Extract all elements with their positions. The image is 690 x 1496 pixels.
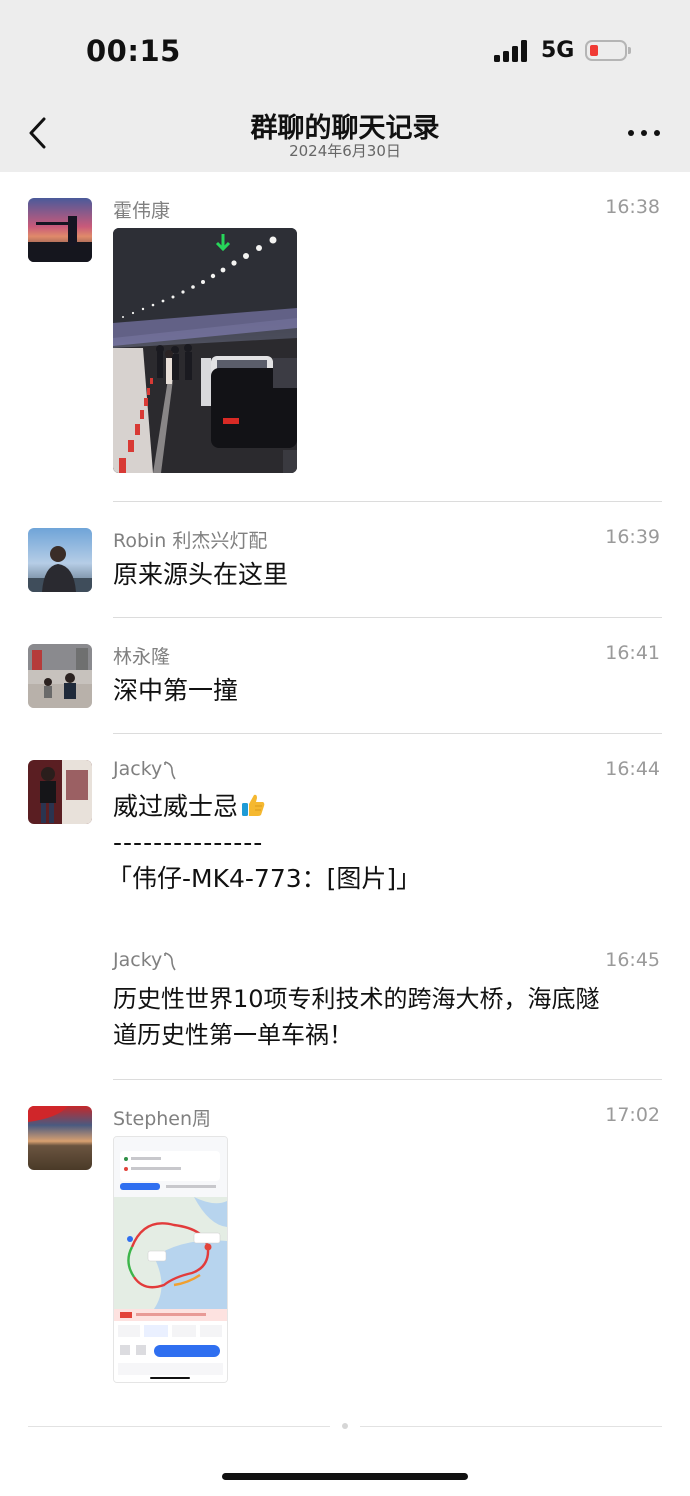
message-line: 历史性世界10项专利技术的跨海大桥，海底隧 — [113, 985, 600, 1013]
sender-name: 林永隆 — [113, 646, 171, 668]
network-type: 5G — [541, 38, 575, 63]
message-line: 威过威士忌 — [113, 789, 421, 825]
page-subtitle: 2024年6月30日 — [289, 142, 401, 160]
end-divider — [28, 1426, 330, 1427]
home-indicator[interactable] — [222, 1473, 468, 1480]
chat-message: 林永隆 16:41 深中第一撞 — [0, 618, 690, 734]
chat-message: Jacky 16:45 历史性世界10项专利技术的跨海大桥，海底隧 道历史性第一… — [0, 925, 690, 1080]
status-bar: 00:15 5G — [0, 0, 690, 100]
message-text: 历史性世界10项专利技术的跨海大桥，海底隧 道历史性第一单车祸！ — [113, 981, 663, 1053]
chat-message: 霍伟康 16:38 — [0, 172, 690, 502]
message-time: 16:39 — [605, 526, 660, 548]
end-divider — [360, 1426, 662, 1427]
end-dot — [342, 1423, 348, 1429]
avatar[interactable] — [28, 1106, 92, 1170]
message-text: 原来源头在这里 — [113, 560, 289, 589]
sender-name: Robin 利杰兴灯配 — [113, 530, 268, 552]
avatar[interactable] — [28, 644, 92, 708]
message-time: 17:02 — [605, 1104, 660, 1126]
message-line: 「伟仔-MK4-773：[图片]」 — [107, 864, 422, 893]
sender-name: 霍伟康 — [113, 200, 171, 222]
message-text: 深中第一撞 — [113, 676, 239, 705]
message-line: --------------- — [113, 828, 264, 857]
sender-name-text: Jacky — [113, 758, 163, 780]
more-options-icon[interactable] — [626, 130, 662, 140]
thumbs-up-icon — [242, 794, 265, 816]
message-time: 16:41 — [605, 642, 660, 664]
sender-name-symbol-icon — [164, 761, 176, 780]
message-time: 16:44 — [605, 758, 660, 780]
sender-name-symbol-icon — [164, 952, 176, 971]
signal-icon — [494, 40, 532, 62]
tunnel-photo-image[interactable] — [113, 228, 297, 473]
chat-message: Stephen周 17:02 — [0, 1080, 690, 1410]
status-time: 00:15 — [86, 34, 181, 68]
avatar[interactable] — [28, 198, 92, 262]
chat-message: Robin 利杰兴灯配 16:39 原来源头在这里 — [0, 502, 690, 618]
sender-name-text: Jacky — [113, 949, 163, 971]
chat-message: Jacky 16:44 威过威士忌 --------------- 「伟仔-MK… — [0, 734, 690, 925]
avatar[interactable] — [28, 760, 92, 824]
sender-name: Stephen周 — [113, 1108, 212, 1130]
battery-icon — [585, 40, 631, 61]
sender-name: Jacky — [113, 949, 177, 971]
navigation-bar: 群聊的聊天记录 2024年6月30日 — [0, 100, 690, 172]
avatar[interactable] — [28, 528, 92, 592]
map-screenshot-image[interactable] — [113, 1136, 228, 1383]
sender-name: Jacky — [113, 758, 177, 780]
message-time: 16:38 — [605, 196, 660, 218]
message-text: 威过威士忌 --------------- 「伟仔-MK4-773：[图片]」 — [107, 789, 421, 897]
message-line: 道历史性第一单车祸！ — [113, 1021, 353, 1049]
message-time: 16:45 — [605, 949, 660, 971]
